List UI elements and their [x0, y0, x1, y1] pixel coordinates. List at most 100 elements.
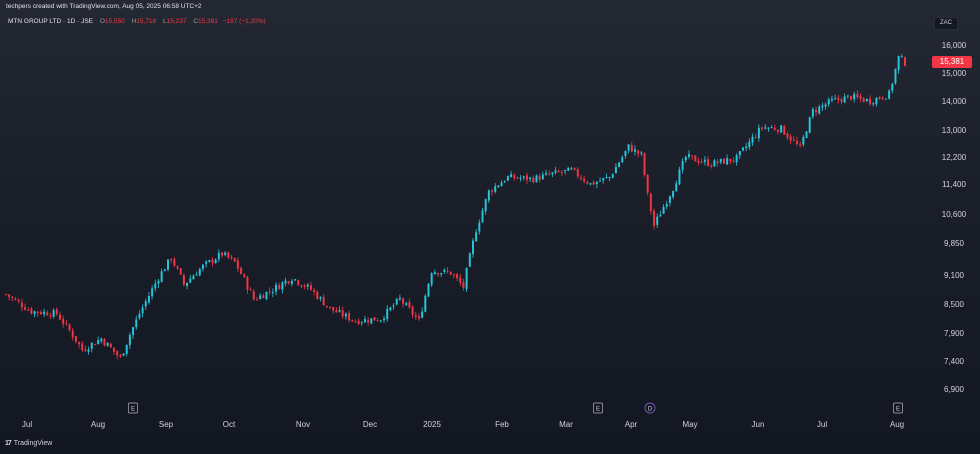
- candle: [891, 82, 894, 94]
- candle: [230, 254, 233, 260]
- footer-bar: [0, 436, 980, 454]
- candle: [675, 180, 678, 192]
- candle: [624, 150, 627, 159]
- candle: [881, 96, 884, 101]
- candle: [290, 278, 293, 287]
- candle-body: [290, 280, 293, 284]
- earnings-event-marker[interactable]: E: [128, 402, 138, 414]
- candle-body: [786, 133, 789, 138]
- candle: [278, 282, 281, 290]
- candle: [233, 257, 236, 262]
- candle: [208, 259, 211, 263]
- candle-body: [163, 269, 166, 272]
- candle-body: [17, 300, 20, 302]
- candle-body: [684, 156, 687, 161]
- candle: [576, 167, 579, 179]
- candle-body: [522, 176, 525, 178]
- candle-body: [154, 283, 157, 289]
- candle: [325, 305, 328, 309]
- candle: [271, 288, 274, 298]
- candle-body: [557, 170, 560, 172]
- candle-body: [697, 160, 700, 163]
- candle: [249, 287, 252, 291]
- earnings-event-marker[interactable]: E: [593, 402, 603, 414]
- candle-body: [246, 277, 249, 290]
- candle-body: [560, 172, 563, 174]
- candle-body: [894, 68, 897, 84]
- candle-body: [125, 344, 128, 355]
- x-tick-label: Jul: [22, 420, 32, 429]
- candle-body: [170, 259, 173, 261]
- candle: [478, 219, 481, 235]
- candle-body: [592, 182, 595, 185]
- candle-body: [694, 155, 697, 162]
- candle-body: [33, 311, 36, 315]
- candle: [599, 177, 602, 182]
- candle: [837, 94, 840, 104]
- candle: [87, 346, 90, 355]
- candle-body: [93, 344, 96, 346]
- candle-body: [198, 269, 201, 276]
- candle-body: [52, 310, 55, 317]
- candle: [173, 256, 176, 268]
- candle-body: [271, 292, 274, 294]
- candle: [456, 272, 459, 282]
- candle: [900, 53, 903, 58]
- candle: [182, 273, 185, 287]
- candle: [100, 337, 103, 344]
- candle: [417, 313, 420, 321]
- candle: [93, 343, 96, 346]
- candle: [853, 91, 856, 103]
- earnings-event-marker[interactable]: E: [893, 402, 903, 414]
- candle-body: [805, 131, 808, 138]
- candle-body: [732, 160, 735, 162]
- y-tick-label: 6,900: [944, 385, 965, 394]
- candle-body: [65, 322, 68, 324]
- candle-body: [735, 155, 738, 162]
- candle-body: [221, 252, 223, 256]
- candle-body: [309, 285, 312, 290]
- candle: [668, 195, 671, 207]
- candle-body: [796, 140, 798, 145]
- candle-body: [532, 177, 535, 183]
- candle-body: [830, 98, 833, 101]
- candle: [672, 190, 675, 200]
- candle-body: [113, 347, 115, 352]
- candle-body: [614, 167, 617, 174]
- candle: [322, 294, 325, 306]
- candle: [691, 155, 694, 160]
- candle: [122, 353, 125, 356]
- candle-body: [599, 180, 602, 182]
- candle: [170, 258, 173, 264]
- candle-body: [446, 270, 449, 272]
- candle-body: [259, 295, 262, 300]
- candle-body: [719, 158, 722, 163]
- dividend-event-marker[interactable]: D: [644, 402, 656, 414]
- candle: [398, 294, 401, 301]
- candle-body: [675, 183, 678, 192]
- candle: [84, 345, 87, 352]
- candle-body: [157, 280, 160, 284]
- candle-body: [491, 190, 494, 192]
- candle: [751, 133, 754, 147]
- event-label: E: [896, 407, 900, 413]
- tradingview-logo[interactable]: 17 TradingView: [5, 440, 52, 447]
- candle-body: [856, 93, 859, 98]
- candle: [303, 283, 306, 290]
- candle-body: [414, 315, 417, 317]
- candle: [630, 142, 633, 153]
- candle-body: [8, 294, 11, 297]
- currency-button[interactable]: ZAC: [934, 17, 958, 30]
- candle-body: [46, 312, 49, 316]
- candle-body: [230, 256, 233, 258]
- candle-body: [510, 174, 513, 178]
- candle: [754, 133, 757, 139]
- candle: [154, 279, 157, 292]
- candle-body: [595, 181, 598, 184]
- price-chart[interactable]: 16,000 15,000 14,000 13,000 12,200 11,400 10,6…: [0, 0, 980, 454]
- candle: [424, 294, 427, 313]
- x-tick-label: Dec: [363, 420, 377, 429]
- candle: [214, 258, 217, 264]
- candle: [189, 274, 192, 284]
- candle-body: [71, 330, 74, 338]
